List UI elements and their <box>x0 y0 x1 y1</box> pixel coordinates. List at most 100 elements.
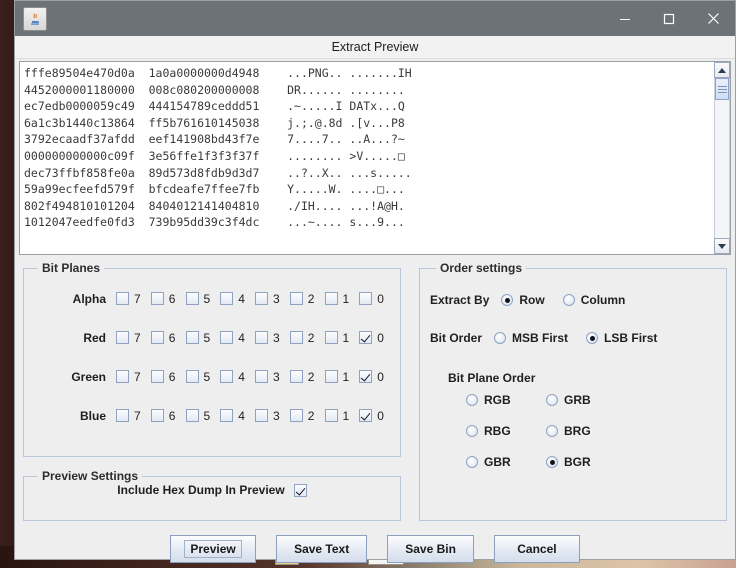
radio-bit-plane-order-rgb[interactable]: RGB <box>466 393 528 407</box>
bit-number-label: 7 <box>134 408 141 423</box>
bit-plane-order-options: RGB GRB RBG BRG GBR BGR <box>466 393 716 469</box>
bit-plane-row-green: Green 7 6 5 4 3 2 1 0 <box>32 357 392 396</box>
checkbox-red-bit3[interactable] <box>255 331 268 344</box>
checkbox-blue-bit5[interactable] <box>185 409 199 422</box>
checkbox-green-bit7[interactable] <box>116 370 129 383</box>
checkbox-red-bit0[interactable] <box>359 331 373 344</box>
radio-bit-plane-order-brg-label: BRG <box>564 424 591 438</box>
save-bin-button[interactable]: Save Bin <box>387 535 474 563</box>
radio-extract-by-row[interactable]: Row <box>501 293 545 307</box>
bit-number-label: 0 <box>377 369 384 384</box>
bit-number-label: 4 <box>238 369 245 384</box>
bit-plane-cells: 7 6 5 4 3 2 1 0 <box>116 331 392 345</box>
bit-planes-legend: Bit Planes <box>42 261 101 275</box>
radio-bit-plane-order-rbg-indicator[interactable] <box>466 425 478 437</box>
checkbox-green-bit4[interactable] <box>220 370 234 383</box>
hex-dump-text[interactable]: fffe89504e470d0a 1a0a0000000d4948 ...PNG… <box>20 62 713 254</box>
bit-cell: 4 <box>220 331 245 345</box>
button-label: Save Bin <box>405 542 456 556</box>
checkbox-red-bit7[interactable] <box>116 331 129 344</box>
radio-bit-order-msb-first[interactable]: MSB First <box>494 331 568 345</box>
bit-cell: 1 <box>324 409 349 423</box>
checkbox-green-bit0[interactable] <box>359 370 373 383</box>
bit-number-label: 0 <box>377 330 384 345</box>
checkbox-green-bit6[interactable] <box>150 370 164 383</box>
save-text-button[interactable]: Save Text <box>276 535 368 563</box>
radio-bit-plane-order-bgr-indicator[interactable] <box>546 456 558 468</box>
bit-cell: 1 <box>324 331 349 345</box>
radio-bit-plane-order-grb[interactable]: GRB <box>546 393 608 407</box>
cancel-button[interactable]: Cancel <box>493 535 580 563</box>
bit-cell: 1 <box>324 292 349 306</box>
checkbox-red-bit1[interactable] <box>324 331 338 344</box>
checkbox-red-bit4[interactable] <box>220 331 234 344</box>
checkbox-alpha-bit3[interactable] <box>255 292 268 305</box>
checkbox-blue-bit2[interactable] <box>289 409 303 422</box>
radio-extract-by-column[interactable]: Column <box>562 293 625 307</box>
radio-bit-plane-order-gbr-indicator[interactable] <box>466 456 478 468</box>
radio-bit-order-lsb-first-indicator[interactable] <box>586 332 599 344</box>
checkbox-green-bit3[interactable] <box>255 370 268 383</box>
bit-cell: 7 <box>116 370 141 384</box>
bit-order-options: MSB First LSB First <box>494 331 675 345</box>
preview-button[interactable]: Preview <box>170 535 257 563</box>
radio-bit-plane-order-rbg[interactable]: RBG <box>466 424 528 438</box>
bit-order-label: Bit Order <box>430 331 483 345</box>
bit-number-label: 5 <box>203 291 211 306</box>
maximize-button[interactable] <box>647 1 691 36</box>
minimize-button[interactable] <box>603 1 647 36</box>
checkbox-alpha-bit4[interactable] <box>220 292 234 305</box>
checkbox-alpha-bit5[interactable] <box>185 292 199 305</box>
radio-bit-plane-order-rbg-label: RBG <box>484 424 511 438</box>
checkbox-green-bit1[interactable] <box>324 370 338 383</box>
checkbox-green-bit2[interactable] <box>289 370 303 383</box>
bit-number-label: 2 <box>307 330 315 345</box>
bit-number-label: 1 <box>342 369 350 384</box>
scrollbar-track[interactable] <box>714 78 730 238</box>
radio-extract-by-column-indicator[interactable] <box>562 294 575 306</box>
radio-bit-plane-order-brg[interactable]: BRG <box>546 424 608 438</box>
checkbox-green-bit5[interactable] <box>185 370 199 383</box>
checkbox-alpha-bit1[interactable] <box>324 292 338 305</box>
checkbox-blue-bit4[interactable] <box>220 409 234 422</box>
radio-bit-plane-order-rgb-indicator[interactable] <box>466 394 478 406</box>
bit-number-label: 7 <box>134 291 141 306</box>
checkbox-blue-bit3[interactable] <box>255 409 268 422</box>
order-settings-legend: Order settings <box>440 261 523 275</box>
radio-bit-plane-order-bgr[interactable]: BGR <box>546 455 608 469</box>
bit-cell: 1 <box>324 369 350 384</box>
radio-bit-order-lsb-first[interactable]: LSB First <box>586 331 657 345</box>
radio-bit-plane-order-gbr-label: GBR <box>484 455 511 469</box>
checkbox-red-bit6[interactable] <box>150 331 164 344</box>
radio-bit-plane-order-brg-indicator[interactable] <box>546 425 558 437</box>
radio-bit-plane-order-grb-indicator[interactable] <box>546 394 558 406</box>
checkbox-alpha-bit6[interactable] <box>150 292 164 305</box>
bit-cell: 0 <box>359 409 384 423</box>
checkbox-red-bit2[interactable] <box>289 331 303 344</box>
bit-cell: 3 <box>255 409 280 423</box>
bit-cell: 5 <box>185 291 211 306</box>
radio-bit-plane-order-gbr[interactable]: GBR <box>466 455 528 469</box>
checkbox-alpha-bit0[interactable] <box>359 292 373 305</box>
hex-dump-scrollbar[interactable] <box>713 62 730 254</box>
bit-number-label: 3 <box>273 369 280 384</box>
close-button[interactable] <box>691 1 735 36</box>
checkbox-alpha-bit2[interactable] <box>289 292 303 305</box>
include-hex-dump-checkbox[interactable] <box>293 483 307 497</box>
scroll-up-icon[interactable] <box>714 62 730 78</box>
bit-number-label: 6 <box>168 291 176 306</box>
checkbox-blue-bit0[interactable] <box>359 409 373 422</box>
preview-settings-group: Preview Settings Include Hex Dump In Pre… <box>23 469 401 521</box>
checkbox-blue-bit7[interactable] <box>116 409 129 422</box>
radio-bit-order-msb-first-indicator[interactable] <box>494 332 507 344</box>
window-titlebar <box>15 1 735 36</box>
scrollbar-thumb[interactable] <box>715 78 729 100</box>
checkbox-alpha-bit7[interactable] <box>116 292 129 305</box>
checkbox-blue-bit6[interactable] <box>150 409 164 422</box>
checkbox-red-bit5[interactable] <box>185 331 199 344</box>
radio-extract-by-row-indicator[interactable] <box>501 294 514 306</box>
extract-by-options: Row Column <box>501 293 643 307</box>
java-coffee-cup-icon <box>23 6 47 31</box>
scroll-down-icon[interactable] <box>714 238 730 254</box>
checkbox-blue-bit1[interactable] <box>324 409 338 422</box>
